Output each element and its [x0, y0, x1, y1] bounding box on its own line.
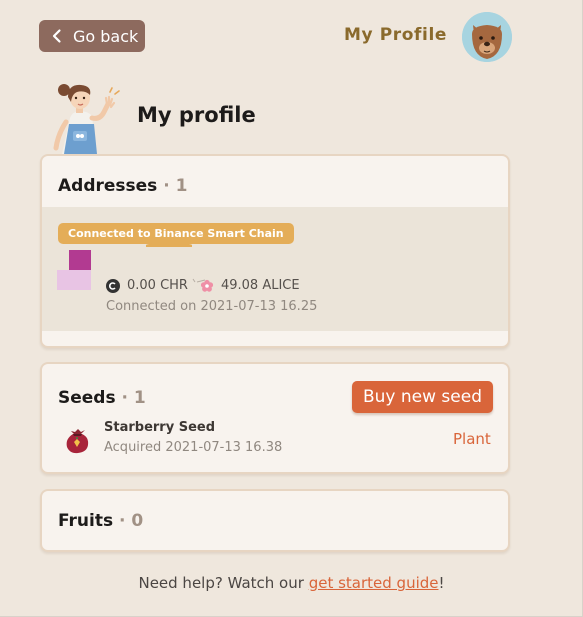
badge-arc-decoration: [146, 243, 192, 249]
seed-acquired-date: Acquired 2021-07-13 16.38: [104, 440, 283, 455]
go-back-button[interactable]: Go back: [39, 20, 145, 52]
seeds-card: Seeds · 1 Buy new seed Starberry Seed Ac…: [40, 362, 510, 474]
wallet-identicon-icon: [57, 250, 93, 290]
alice-balance: 49.08 ALICE: [220, 278, 300, 293]
get-started-guide-link[interactable]: get started guide: [309, 574, 439, 592]
address-mark-icon: [192, 269, 206, 283]
addresses-heading: Addresses · 1: [58, 176, 187, 196]
go-back-label: Go back: [73, 26, 139, 46]
address-item: Connected to Binance Smart Chain 0.00 CH…: [42, 207, 508, 331]
addresses-separator: ·: [163, 176, 170, 196]
chr-token-icon: [106, 278, 120, 293]
balance-row: 0.00 CHR 49.08 ALICE: [106, 278, 300, 293]
buy-new-seed-button[interactable]: Buy new seed: [352, 381, 493, 413]
fruits-card: Fruits · 0: [40, 489, 510, 552]
alice-token-icon: [200, 279, 214, 293]
addresses-count: 1: [175, 176, 188, 196]
chr-balance: 0.00 CHR: [127, 278, 188, 293]
bear-avatar-icon[interactable]: [462, 12, 512, 62]
fruits-separator: ·: [119, 511, 126, 531]
seeds-title: Seeds: [58, 388, 116, 408]
fruits-title: Fruits: [58, 511, 114, 531]
addresses-title: Addresses: [58, 176, 158, 196]
seed-name: Starberry Seed: [104, 420, 216, 435]
help-text: Need help? Watch our get started guide!: [0, 574, 583, 592]
plant-link[interactable]: Plant: [453, 430, 491, 448]
fruits-heading: Fruits · 0: [58, 511, 143, 531]
chevron-left-icon: [49, 28, 65, 44]
help-prefix: Need help? Watch our: [138, 574, 309, 592]
header-title: My Profile: [344, 25, 448, 45]
farmer-girl-illustration: [52, 78, 122, 154]
fruits-count: 0: [131, 511, 144, 531]
help-suffix: !: [438, 574, 445, 592]
seeds-heading: Seeds · 1: [58, 388, 146, 408]
seeds-separator: ·: [121, 388, 128, 408]
connected-timestamp: Connected on 2021-07-13 16.25: [106, 299, 318, 314]
seed-bag-icon: [64, 425, 91, 454]
addresses-card: Addresses · 1 Connected to Binance Smart…: [40, 154, 510, 348]
chain-badge: Connected to Binance Smart Chain: [58, 223, 294, 244]
page-title: My profile: [137, 103, 256, 127]
seeds-count: 1: [133, 388, 146, 408]
